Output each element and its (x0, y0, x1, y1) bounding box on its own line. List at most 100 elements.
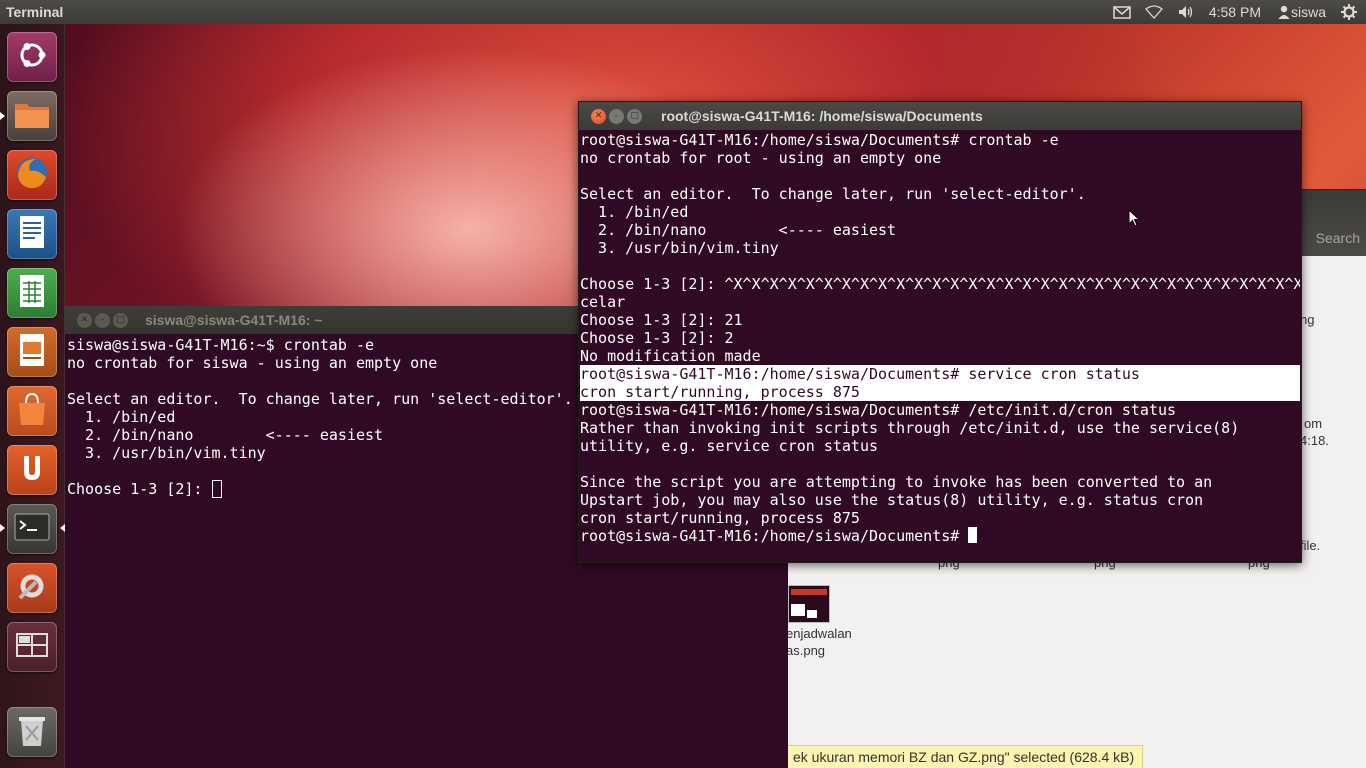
terminal-line: Rather than invoking init scripts throug… (580, 419, 1240, 437)
impress-launcher-item[interactable] (7, 327, 57, 377)
terminal-line: root@siswa-G41T-M16:/home/siswa/Document… (580, 131, 1059, 149)
terminal-prompt-line: Choose 1-3 [2]: (67, 480, 573, 498)
maximize-icon: □ (116, 314, 125, 325)
terminal-line: 3. /usr/bin/vim.tiny (67, 444, 266, 462)
terminal-line: utility, e.g. service cron status (580, 437, 879, 455)
ubuntu-one-launcher-item[interactable] (7, 445, 57, 495)
minimize-button[interactable]: – (95, 312, 110, 328)
file-thumbnail[interactable] (788, 585, 830, 623)
software-center-launcher-item[interactable] (7, 386, 57, 436)
window-title: siswa@siswa-G41T-M16: ~ (145, 312, 323, 328)
running-indicator (0, 112, 5, 120)
prompt-text: Choose 1-3 [2]: (67, 480, 212, 498)
user-menu[interactable]: siswa (1275, 4, 1326, 20)
close-icon: ✕ (80, 314, 89, 325)
mouse-pointer-icon (1128, 209, 1140, 227)
terminal-line: no crontab for root - using an empty one (580, 149, 942, 167)
terminal-line: Upstart job, you may also use the status… (580, 491, 1204, 509)
running-indicator (0, 524, 5, 532)
terminal-line: Choose 1-3 [2]: ^X^X^X^X^X^X^X^X^X^X^X^X… (580, 275, 1300, 293)
user-name: siswa (1290, 4, 1326, 20)
firefox-launcher-item[interactable] (7, 150, 57, 200)
file-label-line: as.png (786, 643, 826, 658)
gear-icon[interactable] (1340, 4, 1358, 20)
file-label-fragment: file. (1300, 538, 1321, 553)
terminal-window-root[interactable]: ✕ – □ root@siswa-G41T-M16: /home/siswa/D… (578, 101, 1302, 563)
terminal-launcher-item[interactable] (7, 504, 57, 554)
maximize-icon: □ (630, 110, 639, 121)
ubuntu-logo-icon (12, 35, 52, 80)
files-launcher-item[interactable] (7, 91, 57, 141)
maximize-button[interactable]: □ (627, 108, 642, 124)
user-icon (1275, 4, 1290, 20)
terminal-line-selected[interactable]: cron start/running, process 875 (580, 383, 1300, 401)
text-cursor (968, 527, 978, 543)
system-settings-launcher-item[interactable] (7, 563, 57, 613)
launcher (0, 24, 65, 768)
terminal-line: celar (580, 293, 626, 311)
terminal-line: siswa@siswa-G41T-M16:~$ crontab -e (67, 336, 375, 354)
terminal-line: 1. /bin/ed (580, 203, 689, 221)
impress-icon (12, 330, 52, 375)
ubuntu-one-icon (12, 448, 52, 493)
terminal-line: Select an editor. To change later, run '… (580, 185, 1086, 203)
calc-launcher-item[interactable] (7, 268, 57, 318)
folder-icon (12, 94, 52, 139)
file-manager-search-button[interactable]: Search (1316, 230, 1360, 246)
minimize-icon: – (614, 110, 619, 121)
mail-icon[interactable] (1113, 4, 1131, 20)
calc-icon (12, 271, 52, 316)
terminal-line: Select an editor. To change later, run '… (67, 390, 573, 408)
terminal-line: Since the script you are attempting to i… (580, 473, 1213, 491)
wifi-icon[interactable] (1144, 4, 1163, 20)
terminal-line: Choose 1-3 [2]: 2 (580, 329, 734, 347)
selection-status-bar: ek ukuran memori BZ dan GZ.png" selected… (784, 745, 1144, 768)
terminal-line: 2. /bin/nano <---- easiest (67, 426, 384, 444)
volume-icon[interactable] (1177, 4, 1195, 20)
top-panel: Terminal 4:58 PM siswa (0, 0, 1366, 24)
file-label-fragment: om (1304, 416, 1323, 431)
shopping-bag-icon (12, 389, 52, 434)
terminal-prompt-line: root@siswa-G41T-M16:/home/siswa/Document… (580, 527, 1300, 545)
terminal-line-selected[interactable]: root@siswa-G41T-M16:/home/siswa/Document… (580, 365, 1300, 383)
close-button[interactable]: ✕ (77, 312, 92, 328)
terminal-line: root@siswa-G41T-M16:/home/siswa/Document… (580, 401, 1177, 419)
file-label-fragment: 4:18. (1300, 433, 1329, 448)
minimize-button[interactable]: – (609, 108, 624, 124)
trash-launcher-item[interactable] (7, 707, 57, 757)
clock-label[interactable]: 4:58 PM (1209, 4, 1261, 20)
active-app-title: Terminal (6, 4, 64, 20)
window-titlebar[interactable]: ✕ – □ root@siswa-G41T-M16: /home/siswa/D… (579, 102, 1301, 130)
terminal-line: 1. /bin/ed (67, 408, 176, 426)
indicator-area: 4:58 PM siswa (1113, 4, 1358, 20)
terminal-line: 2. /bin/nano <---- easiest (580, 221, 897, 239)
prompt-text: root@siswa-G41T-M16:/home/siswa/Document… (580, 527, 969, 545)
workspaces-icon (12, 625, 52, 670)
dash-home-button[interactable] (7, 32, 57, 82)
trash-icon (12, 710, 52, 755)
terminal-output[interactable]: siswa@siswa-G41T-M16:~$ crontab -e no cr… (67, 336, 573, 498)
firefox-icon (12, 153, 52, 198)
terminal-line: 3. /usr/bin/vim.tiny (580, 239, 779, 257)
writer-icon (12, 212, 52, 257)
file-label-line: enjadwalan (786, 626, 852, 641)
text-cursor (211, 480, 222, 498)
terminal-line: No modification made (580, 347, 761, 365)
maximize-button[interactable]: □ (113, 312, 128, 328)
terminal-line: Choose 1-3 [2]: 21 (580, 311, 743, 329)
terminal-icon (12, 507, 52, 552)
writer-launcher-item[interactable] (7, 209, 57, 259)
workspace-switcher-launcher-item[interactable] (7, 622, 57, 672)
terminal-line: cron start/running, process 875 (580, 509, 860, 527)
close-button[interactable]: ✕ (591, 108, 606, 124)
window-title: root@siswa-G41T-M16: /home/siswa/Documen… (661, 108, 983, 124)
close-icon: ✕ (594, 110, 603, 121)
terminal-line: no crontab for siswa - using an empty on… (67, 354, 438, 372)
terminal-output[interactable]: root@siswa-G41T-M16:/home/siswa/Document… (580, 131, 1300, 545)
file-label-fragment: ng (1300, 312, 1315, 327)
